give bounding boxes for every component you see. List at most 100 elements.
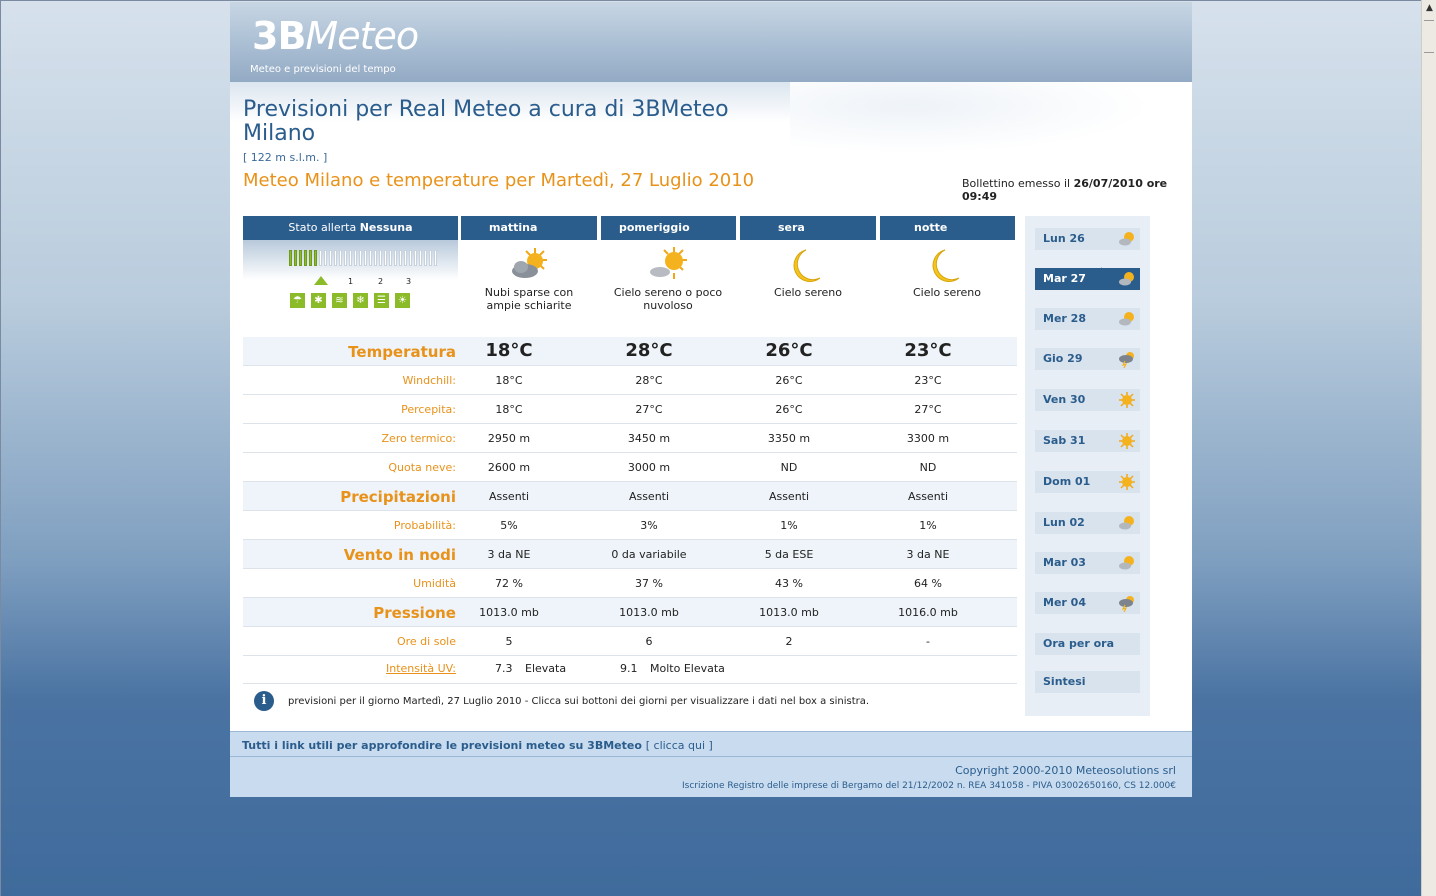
day-button[interactable]: Mer 28 xyxy=(1035,308,1140,330)
day-label: Mar 03 xyxy=(1043,556,1086,569)
row-cell: 37 % xyxy=(635,577,663,590)
alert-level-bar xyxy=(389,250,392,266)
row-cell: Assenti xyxy=(488,490,530,503)
day-button[interactable]: Mar 27 xyxy=(1035,268,1140,290)
city-name: Milano xyxy=(243,121,316,146)
day-label: Sab 31 xyxy=(1043,434,1086,447)
sun-icon: ✱ xyxy=(311,293,326,308)
sun-icon xyxy=(1118,473,1136,491)
row-cell: 1% xyxy=(780,519,798,532)
info-icon: i xyxy=(254,691,274,711)
forecast-subtitle: Meteo Milano e temperature per Martedì, … xyxy=(243,170,755,191)
alert-level-bar xyxy=(339,250,342,266)
alert-level-bar xyxy=(299,250,302,266)
day-button[interactable]: Dom 01 xyxy=(1035,471,1140,493)
alert-scale-2: 2 xyxy=(378,277,384,286)
day-button[interactable]: Ven 30 xyxy=(1035,389,1140,411)
day-button[interactable]: Mar 03 xyxy=(1035,552,1140,574)
alert-scale-3: 3 xyxy=(406,277,412,286)
period-header-sera: sera xyxy=(740,216,876,240)
uv-label-link[interactable]: Intensità UV: xyxy=(386,662,456,675)
alert-level-bar xyxy=(304,250,307,266)
day-button[interactable]: Mer 04 xyxy=(1035,592,1140,614)
row-cell: 3450 m xyxy=(627,432,671,445)
row-label: Precipitazioni xyxy=(340,488,456,506)
sun-icon xyxy=(1118,432,1136,450)
summary-link[interactable]: Sintesi xyxy=(1035,671,1140,693)
period-description-mattina: Nubi sparse con ampie schiarite xyxy=(461,286,597,312)
thunder-icon xyxy=(1118,350,1136,369)
row-cell: 1016.0 mb xyxy=(898,606,958,619)
alert-level-bar xyxy=(424,250,427,266)
desc-line: nuvoloso xyxy=(643,299,693,312)
day-button[interactable]: Lun 02 xyxy=(1035,512,1140,534)
day-button[interactable]: Gio 29 xyxy=(1035,348,1140,370)
row-cell: Assenti xyxy=(768,490,810,503)
company-registry: Iscrizione Registro delle imprese di Ber… xyxy=(682,781,1176,791)
row-cell: 23°C xyxy=(904,340,952,361)
hourly-forecast-link[interactable]: Ora per ora xyxy=(1035,633,1140,655)
row-cell: 5 xyxy=(505,635,513,648)
row-cell: 64 % xyxy=(914,577,942,590)
desc-line: Nubi sparse con xyxy=(484,286,574,299)
site-logo[interactable]: 3BMeteo xyxy=(252,14,419,58)
sun-cloud-icon xyxy=(650,247,687,279)
alert-level-bar xyxy=(379,250,382,266)
period-description-notte: Cielo sereno xyxy=(879,286,1015,299)
row-cell: 26°C xyxy=(775,403,803,416)
row-cell: 3% xyxy=(640,519,658,532)
row-cell: 43 % xyxy=(775,577,803,590)
day-label: Mer 04 xyxy=(1043,596,1086,609)
alert-level-bar xyxy=(414,250,417,266)
wind-icon: ≋ xyxy=(332,293,347,308)
row-cell: 28°C xyxy=(635,374,663,387)
sun-cloud-icon xyxy=(1118,230,1136,248)
moon-icon xyxy=(932,249,960,282)
day-label: Mar 27 xyxy=(1043,272,1086,285)
site-header: 3BMeteo Meteo e previsioni del tempo xyxy=(230,2,1192,82)
row-cell: 18°C xyxy=(495,403,523,416)
period-header-notte: notte xyxy=(880,216,1015,240)
row-cell: 1013.0 mb xyxy=(619,606,679,619)
alert-level-bar xyxy=(289,250,292,266)
row-cell: 0 da variabile xyxy=(611,548,687,561)
snow-icon: ❄ xyxy=(353,293,368,308)
row-cell: 27°C xyxy=(635,403,663,416)
uv-value-mattina: 7.3 xyxy=(495,662,513,675)
vertical-scrollbar[interactable]: ▲ xyxy=(1421,0,1436,896)
site-tagline: Meteo e previsioni del tempo xyxy=(250,64,396,75)
row-cell: 3300 m xyxy=(906,432,950,445)
alert-level-bars xyxy=(289,250,439,266)
row-cell: 2600 m xyxy=(487,461,531,474)
alert-level-bar xyxy=(344,250,347,266)
table-row: Ore di sole 5 6 2- xyxy=(243,627,1017,656)
row-cell: 1013.0 mb xyxy=(479,606,539,619)
day-button[interactable]: Sab 31 xyxy=(1035,430,1140,452)
city-altitude: [ 122 m s.l.m. ] xyxy=(243,151,328,164)
logo-bold: 3B xyxy=(252,14,306,58)
alert-level-bar xyxy=(399,250,402,266)
alert-level-bar xyxy=(434,250,437,266)
alert-level-bar xyxy=(374,250,377,266)
row-cell: 6 xyxy=(645,635,653,648)
row-cell: 72 % xyxy=(495,577,523,590)
row-cell: ND xyxy=(780,461,798,474)
table-row: Umidità 72 % 37 % 43 % 64 % xyxy=(243,569,1017,598)
row-cell: 1013.0 mb xyxy=(759,606,819,619)
alert-level-bar xyxy=(419,250,422,266)
links-click-here[interactable]: [ clicca qui ] xyxy=(646,739,713,752)
day-label: Mer 28 xyxy=(1043,312,1086,325)
row-cell: Assenti xyxy=(628,490,670,503)
day-list: Lun 26 Mar 27 Mer 28 Gio 29 Ven 30 Sab 31 Dom … xyxy=(1025,216,1150,716)
desc-line: Cielo sereno xyxy=(912,286,982,299)
alert-level-bar xyxy=(314,250,317,266)
scroll-up-arrow-icon[interactable]: ▲ xyxy=(1423,2,1436,15)
alert-level-bar xyxy=(294,250,297,266)
period-description-pomeriggio: Cielo sereno o poco nuvoloso xyxy=(600,286,736,312)
table-row: Windchill: 18°C 28°C 26°C 23°C xyxy=(243,366,1017,395)
table-row: Quota neve: 2600 m 3000 m ND ND xyxy=(243,453,1017,482)
page-title: Previsioni per Real Meteo a cura di 3BMe… xyxy=(243,97,729,122)
row-cell: 23°C xyxy=(914,374,942,387)
day-button[interactable]: Lun 26 xyxy=(1035,228,1140,250)
alert-value: Nessuna xyxy=(359,221,413,234)
